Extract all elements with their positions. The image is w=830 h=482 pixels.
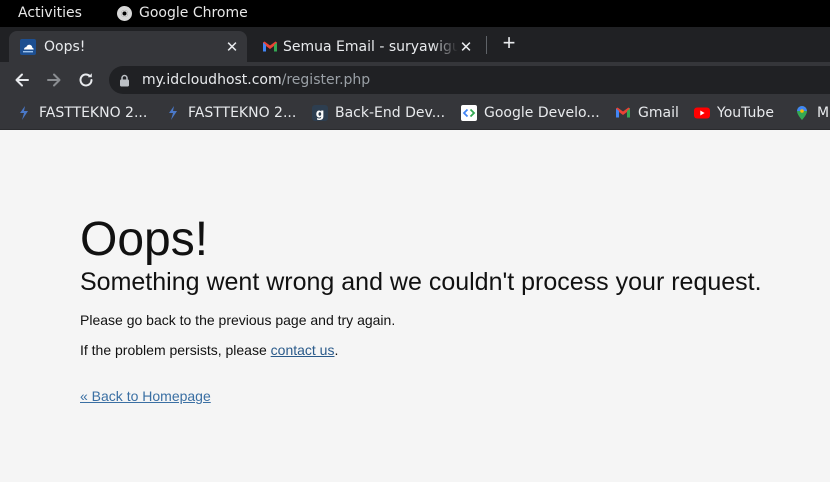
bookmark-fasttekno-1[interactable]: FASTTEKNO 2... — [16, 105, 147, 121]
tab-strip: Oops! ✕ Semua Email - suryawigunaaa ✕ + — [0, 27, 830, 62]
app-name: Google Chrome — [139, 5, 248, 21]
tab-divider — [486, 36, 487, 54]
url-host: my.idcloudhost.com — [142, 72, 282, 88]
page-content: Oops! Something went wrong and we couldn… — [0, 131, 830, 482]
svg-text:g: g — [316, 107, 325, 121]
google-developers-icon — [461, 105, 477, 121]
bookmark-label: YouTube — [717, 105, 774, 121]
tab-gmail[interactable]: Semua Email - suryawigunaaa ✕ — [251, 31, 481, 62]
error-subheading: Something went wrong and we couldn't pro… — [80, 268, 762, 296]
system-top-bar: Activities Google Chrome — [0, 0, 830, 27]
bookmark-youtube[interactable]: YouTube — [694, 105, 774, 121]
contact-us-link[interactable]: contact us — [271, 342, 335, 358]
bookmark-google-developers[interactable]: Google Develo... — [461, 105, 600, 121]
page-title: Oops! — [80, 213, 209, 266]
bookmark-label: Google Develo... — [484, 105, 600, 121]
activities-button[interactable]: Activities — [18, 5, 82, 21]
gmail-icon — [616, 107, 630, 118]
lock-icon[interactable] — [119, 74, 130, 87]
tab-title: Oops! — [44, 38, 86, 55]
new-tab-button[interactable]: + — [499, 32, 519, 54]
forward-arrow-icon[interactable] — [44, 70, 64, 90]
bookmarks-bar: FASTTEKNO 2... FASTTEKNO 2... g Back-End… — [0, 98, 830, 130]
dicoding-icon: g — [312, 105, 328, 121]
bookmark-label: FASTTEKNO 2... — [188, 105, 297, 121]
maps-icon — [797, 106, 807, 120]
address-bar[interactable]: my.idcloudhost.com/register.php — [109, 66, 830, 94]
reload-icon[interactable] — [76, 70, 96, 90]
tab-oops[interactable]: Oops! ✕ — [9, 31, 247, 62]
contact-prefix: If the problem persists, please — [80, 342, 271, 358]
bookmark-back-end-dev[interactable]: g Back-End Dev... — [312, 105, 445, 121]
close-tab-icon[interactable]: ✕ — [225, 39, 239, 54]
bookmark-label: Maps — [817, 105, 830, 121]
bookmark-gmail[interactable]: Gmail — [615, 105, 679, 121]
back-to-homepage-link[interactable]: « Back to Homepage — [80, 388, 211, 405]
url-path: /register.php — [281, 72, 371, 88]
bookmark-fasttekno-2[interactable]: FASTTEKNO 2... — [165, 105, 296, 121]
youtube-icon — [694, 107, 710, 119]
url-text: my.idcloudhost.com/register.php — [142, 72, 370, 88]
bookmark-label: Back-End Dev... — [335, 105, 446, 121]
fasttekno-icon — [169, 106, 177, 120]
contact-suffix: . — [334, 342, 339, 358]
back-arrow-icon[interactable] — [12, 70, 32, 90]
browser-toolbar: my.idcloudhost.com/register.php — [0, 62, 830, 98]
contact-text: If the problem persists, please contact … — [80, 342, 338, 359]
app-menu[interactable]: Google Chrome — [117, 5, 248, 21]
bookmark-label: FASTTEKNO 2... — [39, 105, 148, 121]
chrome-icon — [117, 5, 132, 21]
bookmark-maps[interactable]: Maps — [794, 105, 830, 121]
instruction-text: Please go back to the previous page and … — [80, 312, 396, 328]
tab-title: Semua Email - suryawigunaaa — [283, 38, 458, 55]
gmail-icon — [263, 41, 277, 51]
bookmark-label: Gmail — [638, 105, 679, 121]
close-tab-icon[interactable]: ✕ — [459, 39, 473, 54]
idcloudhost-icon — [20, 38, 36, 55]
fasttekno-icon — [20, 106, 28, 120]
